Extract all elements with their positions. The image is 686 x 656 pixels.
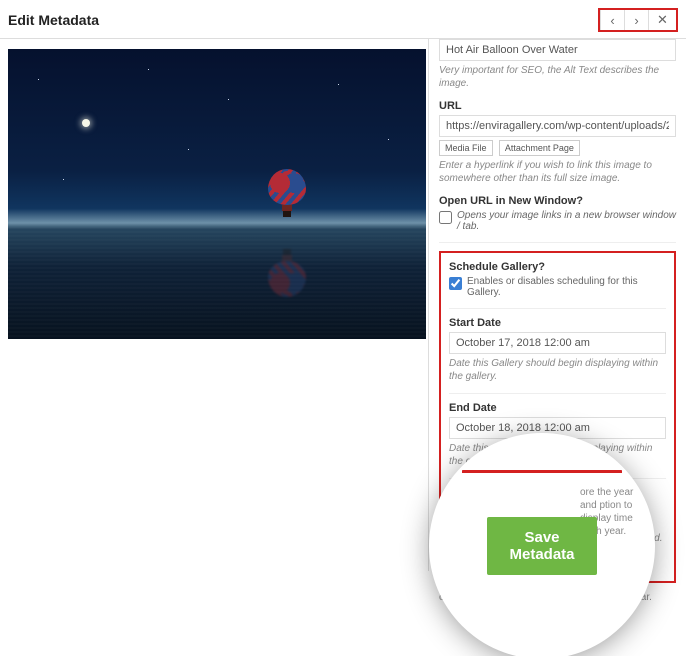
magnifier-content: Save Metadata <box>487 517 597 575</box>
modal-header: Edit Metadata ‹ › ✕ <box>0 0 686 39</box>
star-icon <box>38 79 39 80</box>
new-window-checkbox-row[interactable]: Opens your image links in a new browser … <box>439 210 676 232</box>
new-window-cb-text: Opens your image links in a new browser … <box>457 210 676 232</box>
modal-nav-controls: ‹ › ✕ <box>598 8 678 32</box>
start-date-input[interactable] <box>449 332 666 354</box>
water-shimmer <box>8 227 426 339</box>
star-icon <box>63 179 64 180</box>
media-file-button[interactable]: Media File <box>439 140 493 156</box>
new-window-checkbox[interactable] <box>439 211 452 224</box>
divider <box>449 308 666 309</box>
next-button[interactable]: › <box>624 10 648 30</box>
end-date-input[interactable] <box>449 417 666 439</box>
new-window-label: Open URL in New Window? <box>439 195 676 207</box>
prev-button[interactable]: ‹ <box>600 10 624 30</box>
edit-metadata-modal: Edit Metadata ‹ › ✕ <box>0 0 686 566</box>
url-label: URL <box>439 100 676 112</box>
magnifier-overlay: ore the year and ption to display time e… <box>432 436 652 656</box>
url-hint: Enter a hyperlink if you wish to link th… <box>439 159 676 185</box>
image-panel <box>0 39 428 571</box>
start-date-hint: Date this Gallery should begin displayin… <box>449 357 666 383</box>
schedule-label: Schedule Gallery? <box>449 261 666 273</box>
alt-text-hint: Very important for SEO, the Alt Text des… <box>439 64 676 90</box>
schedule-checkbox-row[interactable]: Enables or disables scheduling for this … <box>449 276 666 298</box>
star-icon <box>388 139 389 140</box>
star-icon <box>148 69 149 70</box>
image-preview <box>8 49 426 339</box>
new-window-field-group: Open URL in New Window? Opens your image… <box>439 195 676 232</box>
divider <box>439 242 676 243</box>
close-button[interactable]: ✕ <box>648 10 676 30</box>
end-date-label: End Date <box>449 402 666 414</box>
star-icon <box>188 149 189 150</box>
schedule-checkbox[interactable] <box>449 277 462 290</box>
star-icon <box>228 99 229 100</box>
alt-text-field-group: Very important for SEO, the Alt Text des… <box>439 39 676 90</box>
balloon-graphic <box>268 169 306 215</box>
attachment-page-button[interactable]: Attachment Page <box>499 140 580 156</box>
schedule-gallery-group: Schedule Gallery? Enables or disables sc… <box>449 261 666 298</box>
url-input[interactable] <box>439 115 676 137</box>
modal-title: Edit Metadata <box>8 12 99 28</box>
url-buttons: Media File Attachment Page <box>439 137 676 156</box>
start-date-group: Start Date Date this Gallery should begi… <box>449 317 666 383</box>
moon-icon <box>82 119 90 127</box>
chevron-right-icon: › <box>634 13 638 28</box>
start-date-label: Start Date <box>449 317 666 329</box>
magnifier-red-line <box>462 470 622 473</box>
alt-text-input[interactable] <box>439 39 676 61</box>
close-icon: ✕ <box>657 12 668 28</box>
chevron-left-icon: ‹ <box>610 13 614 28</box>
star-icon <box>338 84 339 85</box>
balloon-reflection <box>268 237 306 297</box>
schedule-cb-text: Enables or disables scheduling for this … <box>467 276 666 298</box>
save-metadata-button[interactable]: Save Metadata <box>487 517 597 575</box>
url-field-group: URL Media File Attachment Page Enter a h… <box>439 100 676 185</box>
divider <box>449 393 666 394</box>
